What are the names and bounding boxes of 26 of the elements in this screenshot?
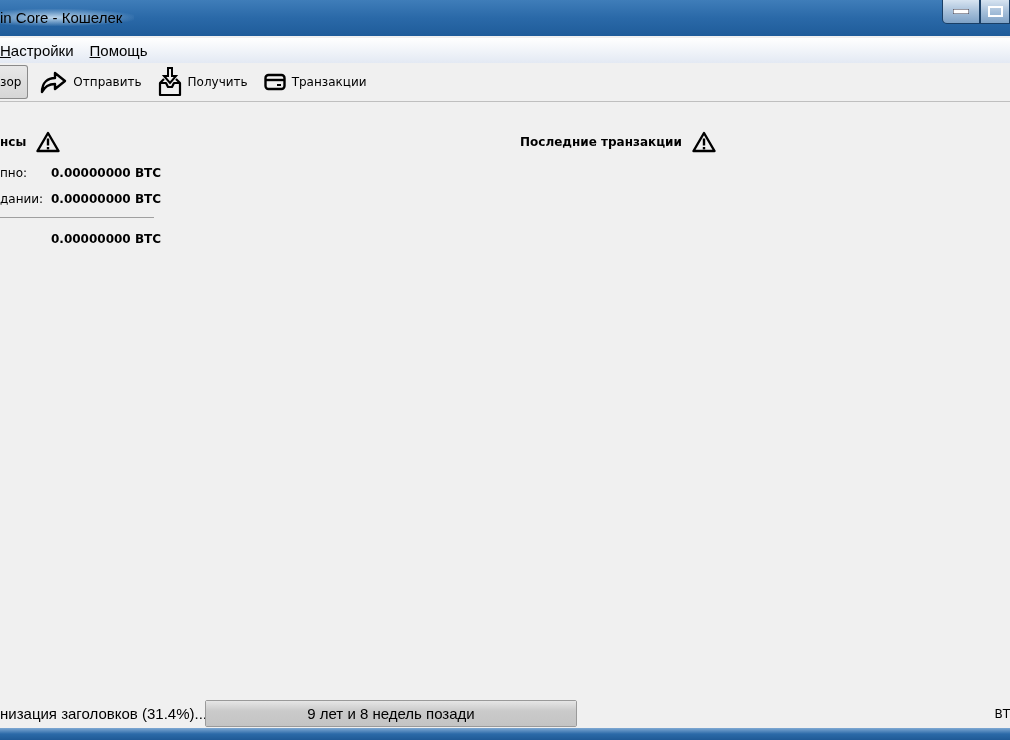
minimize-icon <box>953 9 969 14</box>
progress-text: 9 лет и 8 недель позади <box>307 705 475 722</box>
total-value: 0.00000000 BTC <box>51 232 163 246</box>
menu-item[interactable]: Помощь <box>89 42 148 59</box>
toolbar-button[interactable]: зор <box>0 65 29 99</box>
section-title: Последние транзакции <box>520 135 682 149</box>
maximize-button[interactable] <box>980 0 1010 24</box>
balance-value: 0.00000000 BTC <box>51 192 162 206</box>
card-icon <box>263 73 286 91</box>
toolbar-button[interactable]: Транзакции <box>258 65 372 99</box>
arrow-icon <box>39 70 68 94</box>
maximize-icon <box>987 6 1003 17</box>
balance-label: пно: <box>0 166 29 180</box>
balance-label: дании: <box>0 192 45 206</box>
status-text: низация заголовков (31.4%)... <box>0 705 205 722</box>
inbox-icon <box>157 67 182 97</box>
minimize-button[interactable] <box>942 0 980 24</box>
balance-value: 0.00000000 BTC <box>51 166 162 180</box>
warning-icon <box>691 131 716 153</box>
window-title: in Core - Кошелек <box>0 9 135 26</box>
toolbar-button[interactable]: Получить <box>152 65 253 99</box>
warning-icon <box>36 131 61 153</box>
section-title: нсы <box>0 135 27 149</box>
toolbar-button[interactable]: Отправить <box>34 65 147 99</box>
unit-label[interactable]: BT <box>994 706 1010 721</box>
menu-item[interactable]: Настройки <box>0 42 74 59</box>
